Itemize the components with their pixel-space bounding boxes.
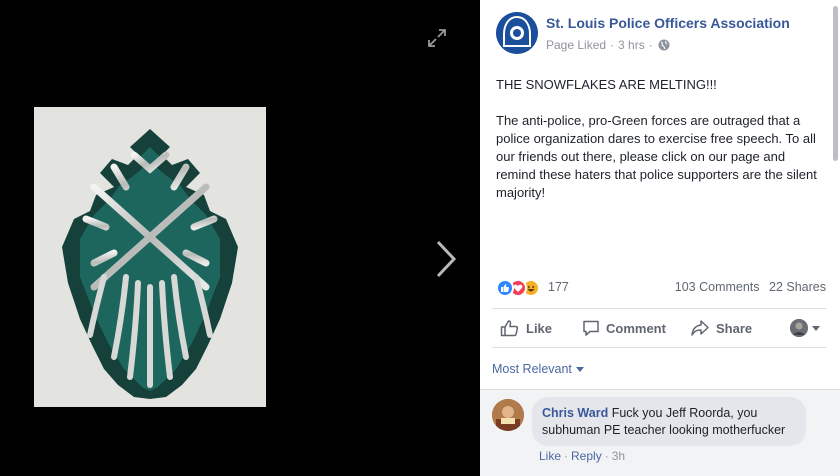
post-as-selector[interactable] bbox=[790, 319, 820, 337]
snowflake-art-icon bbox=[62, 129, 238, 399]
expand-icon[interactable] bbox=[427, 28, 447, 48]
police-badge-icon bbox=[496, 12, 538, 54]
reaction-icons[interactable] bbox=[496, 279, 544, 297]
page-avatar[interactable] bbox=[496, 12, 538, 54]
engagement-counts: 103 Comments 22 Shares bbox=[675, 280, 826, 294]
comment-like-link[interactable]: Like bbox=[539, 449, 561, 463]
post-actions: Like Comment Share bbox=[492, 308, 826, 348]
post-meta: Page Liked · 3 hrs · bbox=[546, 38, 670, 52]
shares-count[interactable]: 22 Shares bbox=[769, 280, 826, 294]
comment-actions: Like · Reply · 3h bbox=[539, 449, 626, 463]
post-body: The anti-police, pro-Green forces are ou… bbox=[496, 113, 817, 200]
comment-label: Comment bbox=[606, 320, 666, 336]
share-icon bbox=[691, 320, 709, 336]
page-name[interactable]: St. Louis Police Officers Association bbox=[546, 15, 790, 31]
reaction-count[interactable]: 177 bbox=[548, 280, 569, 294]
chevron-right-icon[interactable] bbox=[430, 236, 460, 282]
like-button[interactable]: Like bbox=[500, 317, 552, 339]
comment-reply-link[interactable]: Reply bbox=[571, 449, 602, 463]
user-avatar bbox=[790, 319, 808, 337]
like-label: Like bbox=[526, 320, 553, 336]
comments-list: Chris Ward Fuck you Jeff Roorda, you sub… bbox=[480, 389, 840, 476]
share-label: Share bbox=[716, 320, 753, 336]
globe-icon bbox=[658, 39, 670, 51]
scrollbar[interactable] bbox=[833, 6, 838, 161]
comment-sort-label: Most Relevant bbox=[492, 362, 572, 376]
comments-count[interactable]: 103 Comments bbox=[675, 280, 760, 294]
post-text: THE SNOWFLAKES ARE MELTING!!! The anti-p… bbox=[496, 76, 828, 202]
thumbs-up-icon bbox=[500, 320, 519, 337]
page-liked-status[interactable]: Page Liked bbox=[546, 38, 606, 52]
comment-button[interactable]: Comment bbox=[582, 317, 666, 339]
post-photo[interactable] bbox=[34, 107, 266, 407]
photo-viewer bbox=[0, 0, 480, 476]
post-header: St. Louis Police Officers Association Pa… bbox=[496, 12, 824, 56]
commenter-avatar[interactable] bbox=[492, 399, 524, 431]
comment-sort-dropdown[interactable]: Most Relevant bbox=[492, 362, 584, 376]
comment-time[interactable]: 3h bbox=[612, 449, 625, 463]
comment-icon bbox=[583, 320, 599, 336]
comment-author[interactable]: Chris Ward bbox=[542, 406, 608, 420]
chevron-down-icon bbox=[575, 367, 584, 373]
meta-separator: · bbox=[610, 38, 615, 52]
like-icon bbox=[496, 279, 514, 297]
post-panel: St. Louis Police Officers Association Pa… bbox=[480, 0, 840, 476]
share-button[interactable]: Share bbox=[690, 317, 752, 339]
post-headline: THE SNOWFLAKES ARE MELTING!!! bbox=[496, 77, 717, 92]
meta-separator: · bbox=[648, 38, 653, 52]
chevron-down-icon bbox=[812, 325, 820, 331]
post-time[interactable]: 3 hrs bbox=[618, 38, 645, 52]
comment-bubble: Chris Ward Fuck you Jeff Roorda, you sub… bbox=[532, 397, 806, 446]
reactions-bar: 177 103 Comments 22 Shares bbox=[496, 277, 826, 297]
